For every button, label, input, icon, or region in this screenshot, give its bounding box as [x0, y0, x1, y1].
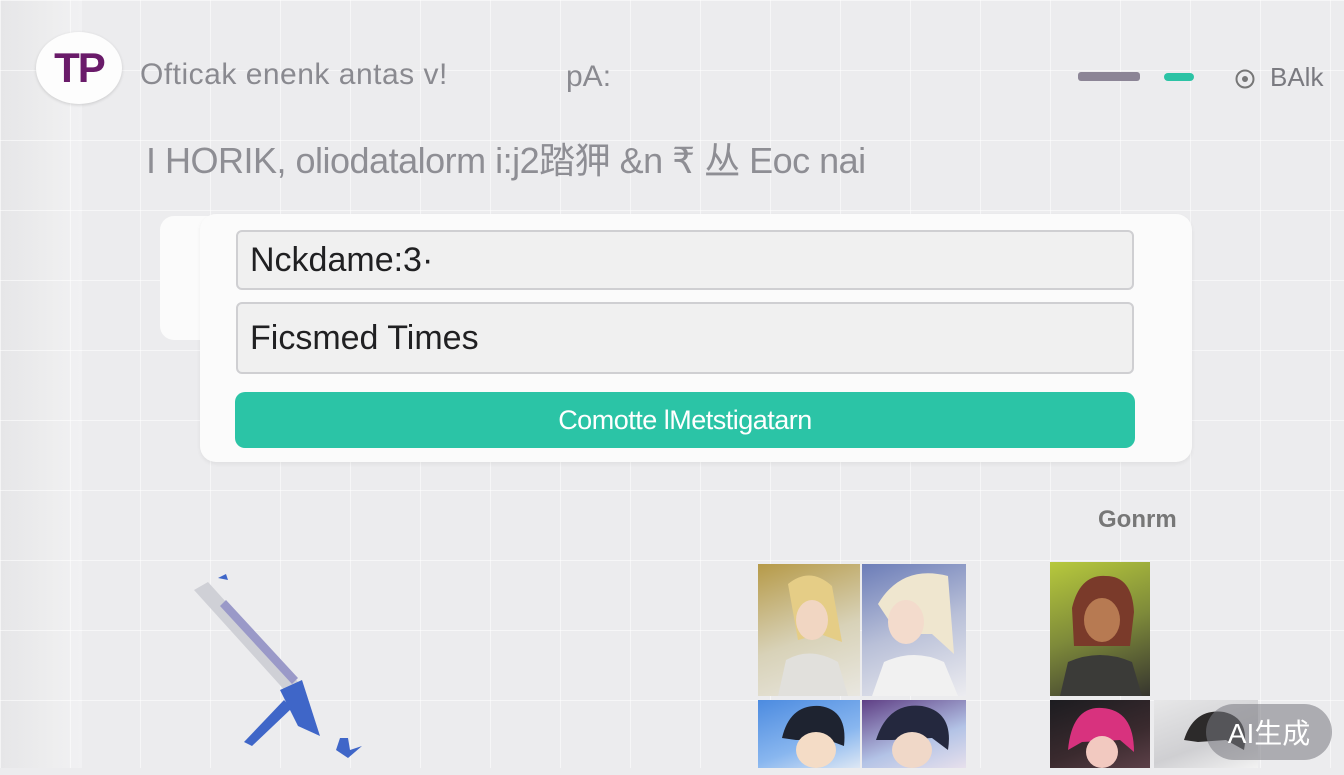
page-subtitle: I HORIK, oliodatalorm i:j2踏狎 &n ₹ 丛 Eoc … [146, 140, 866, 181]
pencil-arrow-illustration [180, 560, 380, 770]
ai-generated-watermark: AI生成 [1206, 704, 1332, 760]
header-status-indicator[interactable] [1164, 73, 1194, 81]
avatar-thumbnail[interactable] [758, 700, 860, 768]
app-title-suffix: pA: [566, 60, 612, 93]
header-account-label[interactable]: BAlk [1270, 62, 1323, 93]
header-menu-bar[interactable] [1078, 72, 1140, 81]
gallery-section-label: Gonrm [1098, 506, 1177, 533]
logo-text: TP [54, 44, 106, 91]
app-title: Ofticak enenk antas v! [140, 58, 448, 91]
avatar-thumbnail[interactable] [1050, 562, 1150, 696]
left-background-band [0, 0, 82, 768]
avatar-thumbnail[interactable] [1050, 700, 1150, 768]
circle-eye-icon[interactable] [1234, 68, 1256, 90]
nickname-field[interactable]: Nckdame:3· [236, 230, 1134, 290]
app-logo[interactable]: TP [36, 32, 122, 104]
second-text-field[interactable]: Ficsmed Times [236, 302, 1134, 374]
avatar-thumbnail[interactable] [758, 564, 860, 696]
form-card: Nckdame:3· Ficsmed Times Comotte lMetsti… [200, 214, 1192, 462]
submit-button[interactable]: Comotte lMetstigatarn [235, 392, 1135, 448]
avatar-thumbnail[interactable] [862, 700, 966, 768]
avatar-thumbnail[interactable] [862, 564, 966, 696]
